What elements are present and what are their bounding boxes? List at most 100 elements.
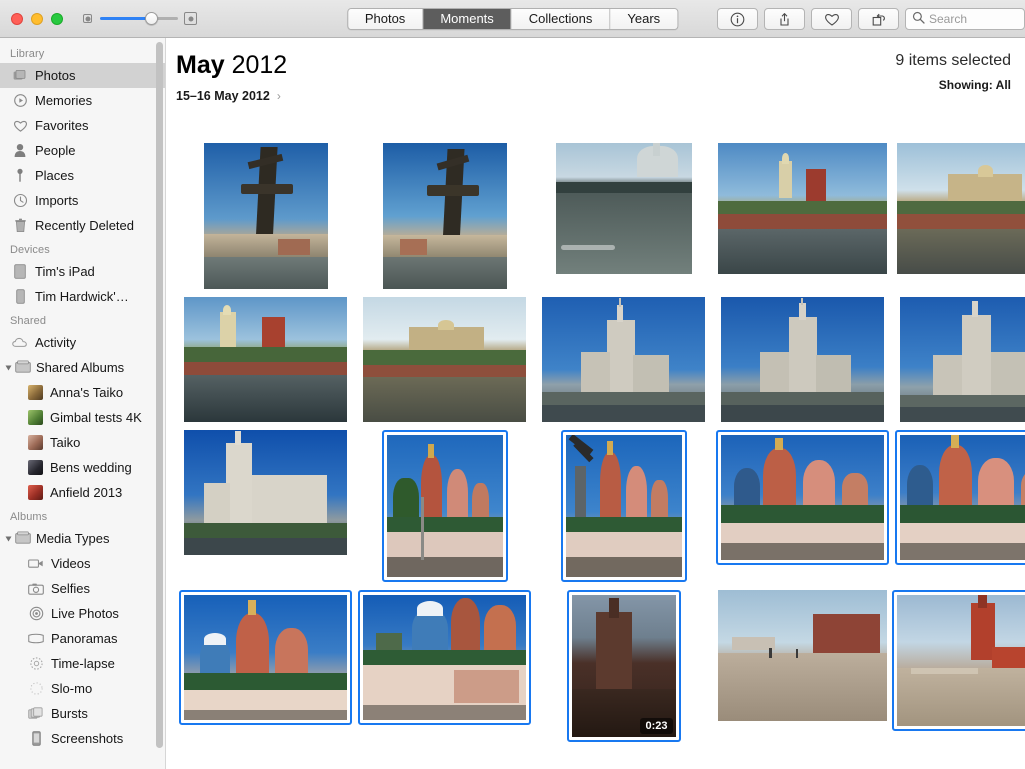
- sidebar-item-imports[interactable]: Imports: [0, 188, 165, 213]
- sidebar-item-bens-wedding[interactable]: Bens wedding: [0, 455, 165, 480]
- kremlin-wall-2[interactable]: [184, 297, 347, 422]
- sidebar-item-screenshots[interactable]: Screenshots: [0, 726, 165, 751]
- st-basils-cathedral-4[interactable]: [895, 430, 1025, 565]
- sidebar-item-selfies[interactable]: Selfies: [0, 576, 165, 601]
- sidebar-item-live-photos[interactable]: Live Photos: [0, 601, 165, 626]
- slomo-icon: [28, 681, 44, 697]
- peter-the-great-statue-2[interactable]: [383, 143, 507, 289]
- minimize-button[interactable]: [31, 13, 43, 25]
- timelapse-icon: [28, 656, 44, 672]
- favorite-heart-icon: [824, 12, 840, 27]
- kotelnicheskaya-building-3[interactable]: [900, 297, 1025, 422]
- kotelnicheskaya-building-2[interactable]: [721, 297, 884, 422]
- info-button[interactable]: [717, 8, 758, 30]
- sidebar-item-taiko[interactable]: Taiko: [0, 430, 165, 455]
- live-photo-icon: [28, 606, 44, 622]
- traffic-lights: [0, 13, 63, 25]
- photo-grid-row: [176, 430, 1025, 582]
- search-icon: [912, 11, 925, 27]
- sidebar-item-label: Activity: [35, 335, 76, 350]
- slider-track[interactable]: [100, 12, 178, 25]
- main-content: May 2012 15–16 May 2012 › 9 items select…: [166, 38, 1025, 769]
- spasskaya-tower[interactable]: [892, 590, 1025, 731]
- kremlin-wall-1[interactable]: [718, 143, 887, 274]
- sidebar-item-gimbal-tests-4k[interactable]: Gimbal tests 4K: [0, 405, 165, 430]
- spasskaya-tower-video[interactable]: 0:23: [567, 590, 681, 742]
- sidebar-item-panoramas[interactable]: Panoramas: [0, 626, 165, 651]
- sidebar-item-media-types[interactable]: Media Types: [0, 526, 165, 551]
- sidebar-item-label: Gimbal tests 4K: [50, 410, 142, 425]
- sidebar-item-annas-taiko[interactable]: Anna's Taiko: [0, 380, 165, 405]
- sidebar-item-shared-albums[interactable]: Shared Albums: [0, 355, 165, 380]
- photo-cell: [355, 143, 534, 289]
- sidebar-item-activity[interactable]: Activity: [0, 330, 165, 355]
- info-icon: [730, 12, 745, 27]
- sidebar-item-label: Screenshots: [51, 731, 123, 746]
- kremlin-palace-1[interactable]: [897, 143, 1025, 274]
- sidebar-item-memories[interactable]: Memories: [0, 88, 165, 113]
- kotelnicheskaya-building-4[interactable]: [184, 430, 347, 555]
- st-basils-cathedral-6[interactable]: [358, 590, 531, 725]
- tab-collections[interactable]: Collections: [512, 9, 611, 29]
- st-basils-cathedral-5[interactable]: [179, 590, 352, 725]
- screenshot-icon: [28, 731, 44, 747]
- sidebar-scrollbar[interactable]: [156, 42, 163, 748]
- cathedral-from-river[interactable]: [556, 143, 692, 274]
- sidebar-item-tim-hardwicks-iphone[interactable]: Tim Hardwick'…: [0, 284, 165, 309]
- slider-knob[interactable]: [145, 12, 158, 25]
- photo-grid-row: [176, 297, 1025, 422]
- kremlin-palace-2[interactable]: [363, 297, 526, 422]
- sidebar-item-label: Photos: [35, 68, 75, 83]
- sidebar-section-library-header: Library: [0, 42, 165, 63]
- st-basils-cathedral-2[interactable]: [561, 430, 687, 582]
- moment-header: May 2012 15–16 May 2012 › 9 items select…: [166, 38, 1025, 103]
- sidebar-item-label: Selfies: [51, 581, 90, 596]
- sidebar-item-recently-deleted[interactable]: Recently Deleted: [0, 213, 165, 238]
- close-button[interactable]: [11, 13, 23, 25]
- thumbnail-size-slider[interactable]: [81, 12, 197, 25]
- tab-moments[interactable]: Moments: [423, 9, 511, 29]
- sidebar-item-videos[interactable]: Videos: [0, 551, 165, 576]
- red-square-panorama[interactable]: [718, 590, 887, 721]
- share-button[interactable]: [764, 8, 805, 30]
- moment-year: 2012: [232, 51, 288, 79]
- sidebar-item-anfield-2013[interactable]: Anfield 2013: [0, 480, 165, 505]
- sidebar-item-photos[interactable]: Photos: [0, 63, 165, 88]
- sidebar-item-people[interactable]: People: [0, 138, 165, 163]
- photos-icon: [12, 68, 28, 84]
- chevron-right-icon[interactable]: ›: [277, 89, 281, 103]
- chevron-down-icon[interactable]: [6, 365, 12, 370]
- showing-filter-label: Showing: All: [895, 78, 1011, 92]
- peter-the-great-statue-1[interactable]: [204, 143, 328, 289]
- sidebar-item-time-lapse[interactable]: Time-lapse: [0, 651, 165, 676]
- small-photo-icon: [81, 12, 94, 25]
- rotate-button[interactable]: [858, 8, 899, 30]
- tab-years[interactable]: Years: [610, 9, 677, 29]
- st-basils-cathedral-3[interactable]: [716, 430, 889, 565]
- sidebar-item-places[interactable]: Places: [0, 163, 165, 188]
- zoom-button[interactable]: [51, 13, 63, 25]
- album-thumbnail-icon: [28, 460, 43, 475]
- st-basils-cathedral-1[interactable]: [382, 430, 508, 582]
- sidebar-item-label: Places: [35, 168, 74, 183]
- chevron-down-icon[interactable]: [6, 536, 12, 541]
- sidebar-item-favorites[interactable]: Favorites: [0, 113, 165, 138]
- photo-cell: [892, 430, 1025, 565]
- moment-header-right: 9 items selected Showing: All: [895, 52, 1011, 92]
- sidebar-item-tims-ipad[interactable]: Tim's iPad: [0, 259, 165, 284]
- tab-photos[interactable]: Photos: [348, 9, 423, 29]
- album-thumbnail-icon: [28, 385, 43, 400]
- view-mode-segmented-control[interactable]: Photos Moments Collections Years: [347, 8, 678, 30]
- sidebar-item-slo-mo[interactable]: Slo-mo: [0, 676, 165, 701]
- sidebar-item-label: Bursts: [51, 706, 88, 721]
- favorite-button[interactable]: [811, 8, 852, 30]
- sidebar-item-label: People: [35, 143, 75, 158]
- sidebar-item-bursts[interactable]: Bursts: [0, 701, 165, 726]
- moment-date-range[interactable]: 15–16 May 2012 ›: [176, 89, 287, 103]
- search-field[interactable]: Search: [905, 8, 1025, 30]
- sidebar-item-label: Bens wedding: [50, 460, 132, 475]
- photo-cell: [713, 143, 892, 274]
- kotelnicheskaya-building-1[interactable]: [542, 297, 705, 422]
- photo-cell: [355, 430, 534, 582]
- photo-cell: [176, 430, 355, 555]
